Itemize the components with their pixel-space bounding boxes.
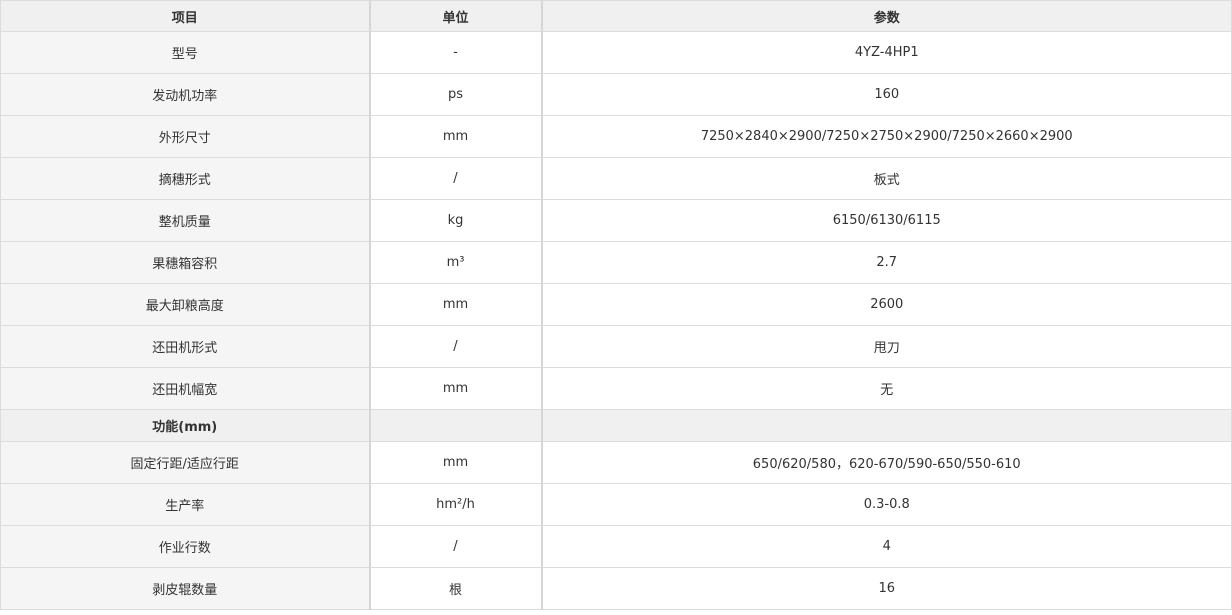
header-row: 项目 单位 参数 — [0, 0, 1232, 32]
row-value: 650/620/580，620-670/590-650/550-610 — [541, 441, 1232, 484]
row-item: 生产率 — [0, 483, 371, 526]
row-item: 剥皮辊数量 — [0, 567, 371, 610]
row-unit: - — [369, 31, 543, 74]
section-value-empty — [541, 409, 1232, 442]
row-value: 甩刀 — [541, 325, 1232, 368]
row-value: 7250×2840×2900/7250×2750×2900/7250×2660×… — [541, 115, 1232, 158]
table-row: 摘穗形式 / 板式 — [0, 157, 1232, 200]
row-unit: ps — [369, 73, 543, 116]
row-item: 外形尺寸 — [0, 115, 371, 158]
row-item: 固定行距/适应行距 — [0, 441, 371, 484]
header-item: 项目 — [0, 0, 371, 32]
section-row: 功能(mm) — [0, 409, 1232, 442]
row-unit: hm²/h — [369, 483, 543, 526]
row-item: 整机质量 — [0, 199, 371, 242]
section-unit-empty — [369, 409, 543, 442]
section-title: 功能(mm) — [0, 409, 371, 442]
row-value: 0.3-0.8 — [541, 483, 1232, 526]
row-item: 作业行数 — [0, 525, 371, 568]
table-row: 最大卸粮高度 mm 2600 — [0, 283, 1232, 326]
table-row: 发动机功率 ps 160 — [0, 73, 1232, 116]
row-item: 发动机功率 — [0, 73, 371, 116]
table-row: 剥皮辊数量 根 16 — [0, 567, 1232, 610]
table-row: 型号 - 4YZ-4HP1 — [0, 31, 1232, 74]
row-unit: kg — [369, 199, 543, 242]
row-unit: m³ — [369, 241, 543, 284]
row-item: 最大卸粮高度 — [0, 283, 371, 326]
row-value: 160 — [541, 73, 1232, 116]
row-unit: mm — [369, 283, 543, 326]
row-unit: mm — [369, 115, 543, 158]
table-body: 型号 - 4YZ-4HP1 发动机功率 ps 160 外形尺寸 mm 7250×… — [0, 31, 1232, 610]
table-row: 固定行距/适应行距 mm 650/620/580，620-670/590-650… — [0, 441, 1232, 484]
header-unit: 单位 — [369, 0, 543, 32]
table-row: 外形尺寸 mm 7250×2840×2900/7250×2750×2900/72… — [0, 115, 1232, 158]
row-unit: mm — [369, 441, 543, 484]
row-unit: / — [369, 157, 543, 200]
row-item: 果穗箱容积 — [0, 241, 371, 284]
row-unit: / — [369, 525, 543, 568]
table-row: 果穗箱容积 m³ 2.7 — [0, 241, 1232, 284]
row-item: 型号 — [0, 31, 371, 74]
table-row: 作业行数 / 4 — [0, 525, 1232, 568]
row-value: 6150/6130/6115 — [541, 199, 1232, 242]
row-item: 摘穗形式 — [0, 157, 371, 200]
row-value: 2.7 — [541, 241, 1232, 284]
row-unit: mm — [369, 367, 543, 410]
row-value: 4YZ-4HP1 — [541, 31, 1232, 74]
spec-table: 项目 单位 参数 型号 - 4YZ-4HP1 发动机功率 ps 160 外形尺寸… — [0, 0, 1232, 610]
row-value: 4 — [541, 525, 1232, 568]
row-item: 还田机形式 — [0, 325, 371, 368]
table-row: 生产率 hm²/h 0.3-0.8 — [0, 483, 1232, 526]
header-value: 参数 — [541, 0, 1232, 32]
table-row: 还田机幅宽 mm 无 — [0, 367, 1232, 410]
row-value: 2600 — [541, 283, 1232, 326]
row-value: 无 — [541, 367, 1232, 410]
row-unit: / — [369, 325, 543, 368]
table-row: 整机质量 kg 6150/6130/6115 — [0, 199, 1232, 242]
row-item: 还田机幅宽 — [0, 367, 371, 410]
row-value: 16 — [541, 567, 1232, 610]
table-header: 项目 单位 参数 — [0, 0, 1232, 32]
row-value: 板式 — [541, 157, 1232, 200]
row-unit: 根 — [369, 567, 543, 610]
table-row: 还田机形式 / 甩刀 — [0, 325, 1232, 368]
